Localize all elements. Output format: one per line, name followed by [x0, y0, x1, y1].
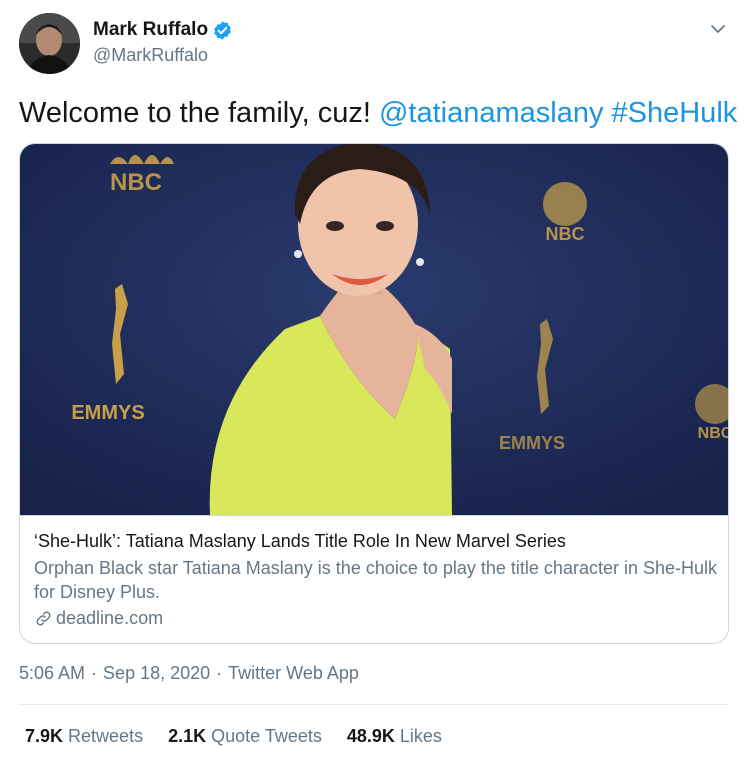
author-name-row[interactable]: Mark Ruffalo — [93, 19, 233, 41]
retweets-count: 7.9K — [25, 726, 64, 746]
quote-tweets-stat[interactable]: 2.1K Quote Tweets — [168, 725, 322, 747]
card-description: Orphan Black star Tatiana Maslany is the… — [34, 558, 718, 602]
mention-link[interactable]: @tatianamaslany — [379, 97, 604, 129]
nbc-logo-3: NBC — [695, 384, 728, 442]
stats-divider — [19, 704, 729, 705]
tweet-meta: 5:06 AM · Sep 18, 2020 · Twitter Web App — [19, 662, 359, 684]
retweets-stat[interactable]: 7.9K Retweets — [25, 725, 143, 747]
engagement-stats: 7.9K Retweets 2.1K Quote Tweets 48.9K Likes — [25, 725, 442, 747]
link-icon — [34, 609, 53, 628]
tweet-date[interactable]: Sep 18, 2020 — [103, 662, 210, 684]
verified-badge-icon — [212, 20, 233, 41]
tweet-body: Welcome to the family, cuz! — [19, 97, 371, 129]
chevron-down-icon[interactable] — [708, 19, 728, 39]
tweet-source[interactable]: Twitter Web App — [228, 662, 359, 684]
card-title[interactable]: ‘She-Hulk’: Tatiana Maslany Lands Title … — [34, 530, 718, 552]
avatar[interactable] — [19, 13, 80, 74]
retweets-label: Retweets — [68, 726, 144, 746]
quote-tweets-count: 2.1K — [168, 726, 207, 746]
meta-separator-2: · — [216, 663, 223, 683]
tweet-text: Welcome to the family, cuz! @tatianamasl… — [19, 96, 737, 130]
nbc-logo-2: NBC — [543, 182, 587, 244]
likes-stat[interactable]: 48.9K Likes — [347, 725, 442, 747]
nbc-logo-text-3: NBC — [698, 425, 728, 442]
emmy-text-2: EMMYS — [499, 433, 565, 453]
nbc-logo-text-1: NBC — [110, 169, 162, 196]
author-handle[interactable]: @MarkRuffalo — [93, 45, 208, 65]
hashtag-link[interactable]: #SheHulk — [612, 97, 738, 129]
meta-separator-1: · — [91, 663, 98, 683]
card-image[interactable]: NBC NBC NBC EMMYS — [20, 144, 728, 515]
author-display-name[interactable]: Mark Ruffalo — [93, 19, 208, 41]
nbc-logo-text-2: NBC — [546, 224, 585, 244]
quote-tweets-label: Quote Tweets — [211, 726, 322, 746]
likes-label: Likes — [399, 726, 442, 746]
tweet-time[interactable]: 5:06 AM — [19, 662, 85, 684]
card-domain[interactable]: deadline.com — [34, 607, 163, 629]
link-card[interactable]: NBC NBC NBC EMMYS — [19, 143, 729, 644]
tweet: Mark Ruffalo @MarkRuffalo Welcome to the… — [0, 0, 747, 762]
card-domain-text[interactable]: deadline.com — [56, 607, 163, 629]
emmy-text-1: EMMYS — [71, 402, 144, 424]
likes-count: 48.9K — [346, 726, 395, 746]
card-divider — [20, 515, 728, 516]
